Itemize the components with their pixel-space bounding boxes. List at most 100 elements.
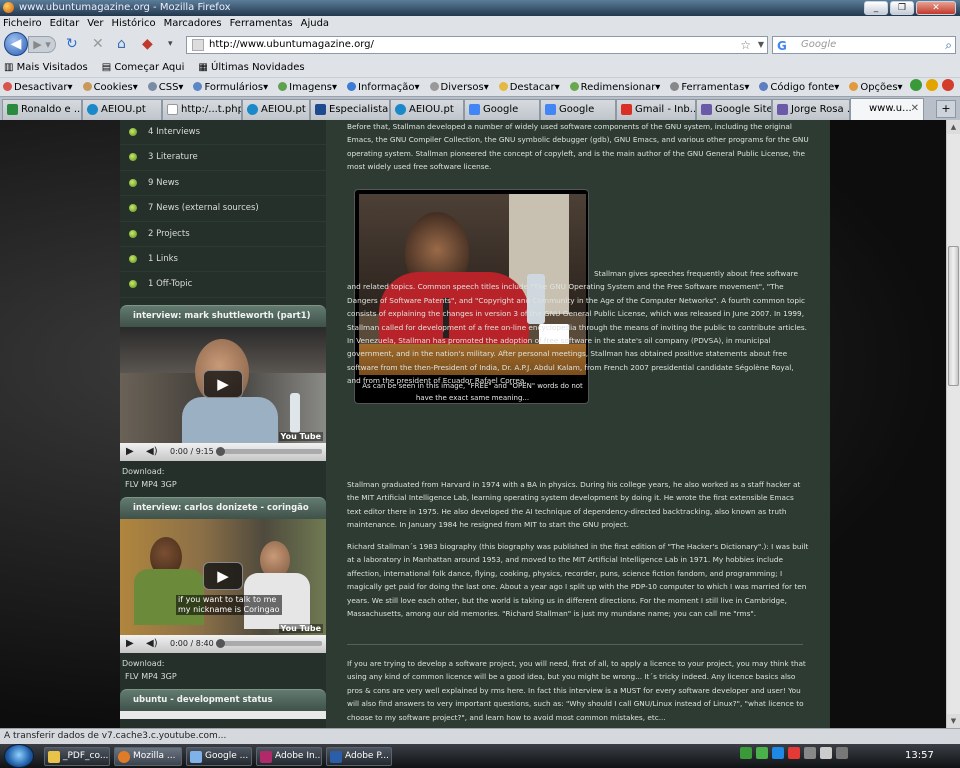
tray-icon[interactable] [804,747,816,759]
maximize-button[interactable]: ❐ [890,1,914,15]
devbar-ferramentas[interactable]: Ferramentas▾ [670,78,749,96]
browser-chrome: Ficheiro Editar Ver Histórico Marcadores… [0,16,960,121]
progress-bar[interactable] [216,446,322,456]
url-text[interactable]: http://www.ubuntumagazine.org/ [209,39,374,50]
url-dropdown-icon[interactable]: ▼ [758,37,764,53]
tab-google-sites[interactable]: Google Sites [696,99,772,120]
reload-icon[interactable]: ↻ [66,36,78,52]
video-player[interactable]: ▶ if you want to talk to me my nickname i… [120,518,326,635]
category-interviews[interactable]: 4 Interviews [120,120,326,146]
play-icon[interactable]: ▶ [203,369,243,398]
tab-aeiou-1[interactable]: AEIOU.pt [82,99,162,120]
devbar-cookies[interactable]: Cookies▾ [82,78,138,96]
url-bar[interactable]: http://www.ubuntumagazine.org/ ☆ ▼ [186,36,768,54]
download-flv[interactable]: FLV [125,480,139,489]
tab-aeiou-3[interactable]: AEIOU.pt [390,99,464,120]
category-news[interactable]: 9 News [120,171,326,197]
tab-jorge-rosa[interactable]: Jorge Rosa ... [772,99,850,120]
bookmark-ultimas-novidades[interactable]: ▦ Últimas Novidades [198,59,304,77]
play-button[interactable]: ▶ [126,443,134,461]
download-3gp[interactable]: 3GP [161,672,177,681]
category-off-topic[interactable]: 1 Off-Topic [120,272,326,298]
menu-ver[interactable]: Ver [87,16,103,31]
taskbar-pdf[interactable]: _PDF_co... [44,747,110,766]
scroll-down-icon[interactable]: ▼ [947,714,960,728]
back-button[interactable]: ◀ [4,32,28,56]
home-icon[interactable]: ⌂ [117,36,126,52]
volume-tray-icon[interactable] [820,747,832,759]
menu-ficheiro[interactable]: Ficheiro [3,16,42,31]
download-3gp[interactable]: 3GP [161,480,177,489]
start-button[interactable] [4,744,34,768]
devbar-destacar[interactable]: Destacar▾ [498,78,560,96]
bookmark-star-icon[interactable]: ☆ [740,37,751,53]
volume-icon[interactable]: ◀) [146,635,158,653]
tab-aeiou-2[interactable]: AEIOU.pt [242,99,310,120]
devbar-redimensionar[interactable]: Redimensionar▾ [569,78,660,96]
volume-icon[interactable]: ◀) [146,443,158,461]
play-icon[interactable]: ▶ [203,561,243,590]
category-literature[interactable]: 3 Literature [120,145,326,171]
scroll-up-icon[interactable]: ▲ [947,120,960,134]
new-tab-button[interactable]: + [936,100,956,118]
dropdown-icon[interactable]: ▾ [168,36,173,52]
tab-gmail[interactable]: Gmail - Inb... [616,99,696,120]
close-tab-icon[interactable]: ✕ [911,99,919,118]
error-status-icon[interactable] [942,79,954,91]
download-flv[interactable]: FLV [125,672,139,681]
category-projects[interactable]: 2 Projects [120,222,326,247]
widget-title: interview: carlos donizete - coringão (p… [120,496,326,533]
category-news-external[interactable]: 7 News (external sources) [120,196,326,222]
google-icon[interactable]: G [777,38,787,54]
vertical-scrollbar[interactable]: ▲ ▼ [946,120,960,728]
category-links[interactable]: 1 Links [120,247,326,273]
devbar-imagens[interactable]: Imagens▾ [278,78,337,96]
tab-ubuntumagazine[interactable]: www.u... ✕ [850,98,924,121]
menu-marcadores[interactable]: Marcadores [164,16,222,31]
devbar-informacao[interactable]: Informação▾ [347,78,420,96]
minimize-button[interactable]: _ [864,1,888,15]
devbar-css[interactable]: CSS▾ [147,78,183,96]
search-box[interactable]: G Google ⌕ [772,36,956,54]
tab-http-php[interactable]: http:/...t.php [162,99,242,120]
tab-ronaldo[interactable]: Ronaldo e ... [2,99,82,120]
tab-google-1[interactable]: Google [464,99,540,120]
menu-historico[interactable]: Histórico [112,16,156,31]
css-status-icon[interactable] [910,79,922,91]
bookmark-comecar-aqui[interactable]: ▤ Começar Aqui [102,59,185,77]
network-tray-icon[interactable] [836,747,848,759]
play-button[interactable]: ▶ [126,635,134,653]
taskbar-google[interactable]: Google ... [186,747,252,766]
download-mp4[interactable]: MP4 [141,672,158,681]
devbar-formularios[interactable]: Formulários▾ [193,78,268,96]
widget-title: ubuntu - development status [120,688,326,711]
bookmark-mais-visitados[interactable]: ▥ Mais Visitados [4,59,88,77]
forward-button[interactable]: ▶ ▾ [28,36,56,53]
devbar-codigo-fonte[interactable]: Código fonte▾ [759,78,839,96]
menu-ferramentas[interactable]: Ferramentas [230,16,293,31]
tray-icon[interactable] [772,747,784,759]
search-placeholder[interactable]: Google [801,39,836,50]
warning-status-icon[interactable] [926,79,938,91]
video-player[interactable]: ▶ You Tube [120,326,326,443]
scroll-thumb[interactable] [948,246,959,386]
progress-bar[interactable] [216,638,322,648]
taskbar-adobe-photoshop[interactable]: Adobe P... [326,747,392,766]
devbar-desactivar[interactable]: Desactivar▾ [3,78,73,96]
stop-icon[interactable]: ✕ [92,36,104,52]
taskbar-adobe-indesign[interactable]: Adobe In... [256,747,322,766]
devbar-opcoes[interactable]: Opções▾ [849,78,903,96]
devbar-diversos[interactable]: Diversos▾ [429,78,489,96]
addon-icon[interactable]: ◆ [142,36,153,52]
taskbar-mozilla[interactable]: Mozilla ... [114,747,182,766]
tab-especialista[interactable]: Especialista... [310,99,390,120]
menu-editar[interactable]: Editar [50,16,80,31]
tray-icon[interactable] [788,747,800,759]
menu-ajuda[interactable]: Ajuda [301,16,329,31]
tray-icon[interactable] [756,747,768,759]
search-icon[interactable]: ⌕ [945,37,952,53]
tab-google-2[interactable]: Google [540,99,616,120]
tray-icon[interactable] [740,747,752,759]
close-window-button[interactable]: ✕ [916,1,956,15]
download-mp4[interactable]: MP4 [141,480,158,489]
